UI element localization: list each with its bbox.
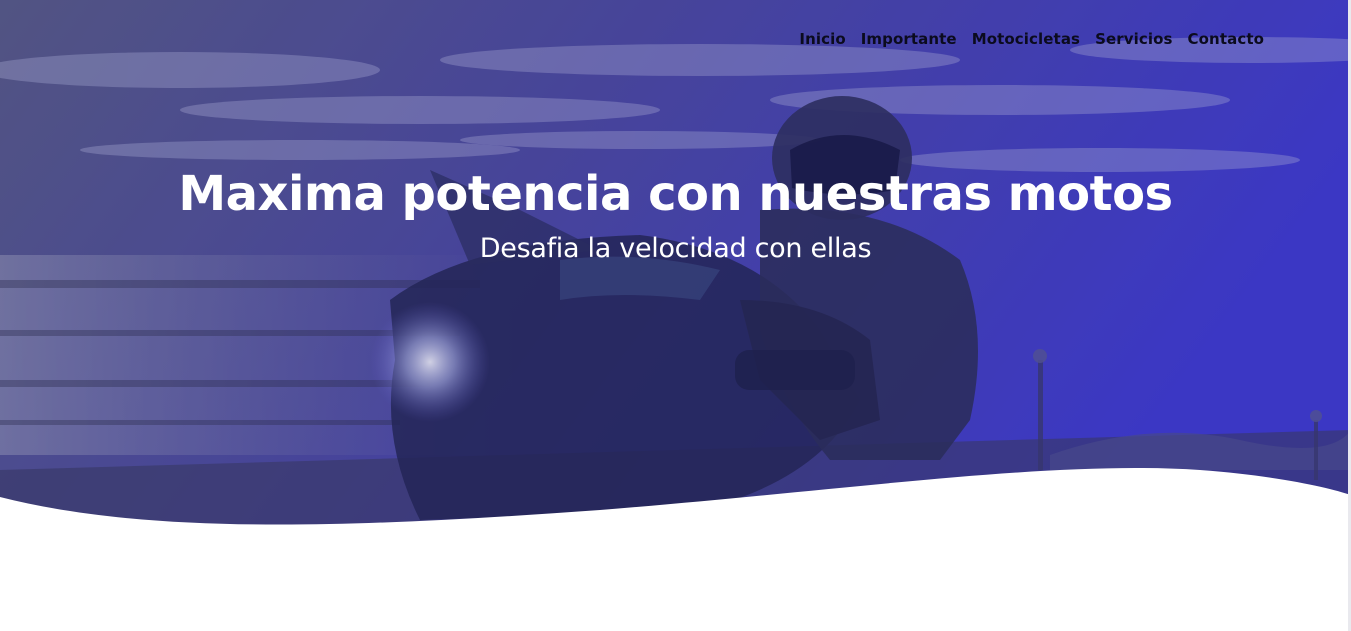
nav-link-importante[interactable]: Importante	[861, 27, 957, 51]
hero-subtitle: Desafia la velocidad con ellas	[479, 233, 872, 264]
main-nav: Inicio Importante Motocicletas Servicios…	[799, 27, 1264, 51]
nav-link-inicio[interactable]: Inicio	[799, 27, 845, 51]
landing-page: Inicio Importante Motocicletas Servicios…	[0, 0, 1351, 631]
nav-link-servicios[interactable]: Servicios	[1095, 27, 1172, 51]
nav-link-contacto[interactable]: Contacto	[1188, 27, 1264, 51]
hero-section	[0, 0, 1351, 540]
nav-link-motocicletas[interactable]: Motocicletas	[972, 27, 1080, 51]
hero-title: Maxima potencia con nuestras motos	[178, 166, 1173, 222]
hero-background-photo	[0, 0, 1351, 540]
